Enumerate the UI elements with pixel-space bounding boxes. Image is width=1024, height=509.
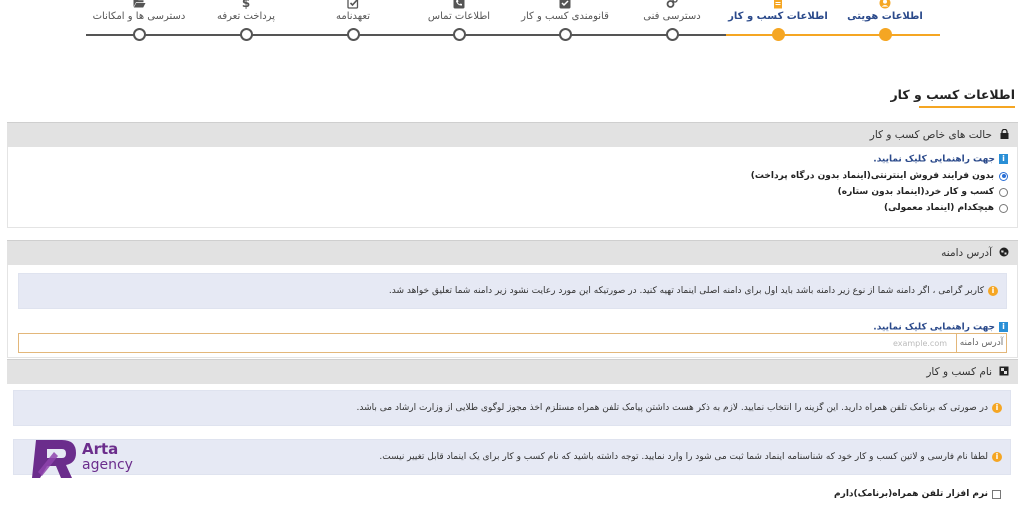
- domain-input[interactable]: [19, 334, 955, 352]
- globe-icon: [997, 241, 1011, 265]
- puzzle-icon: [997, 360, 1011, 384]
- info-icon: i: [999, 322, 1008, 332]
- step-dot: [559, 28, 572, 41]
- help-link-text: جهت راهنمایی کلیک نمایید.: [873, 322, 995, 333]
- help-link[interactable]: i جهت راهنمایی کلیک نمایید.: [873, 154, 1008, 165]
- checkbox-icon: [559, 0, 571, 9]
- checkbox-label: نرم افزار تلفن همراه(برنامک)دارم: [834, 489, 988, 499]
- info-icon: i: [999, 154, 1008, 164]
- step-dot: [666, 28, 679, 41]
- phone-icon: [453, 0, 465, 9]
- logo-word-arta: Arta: [82, 440, 119, 458]
- radio-no-online-sales[interactable]: بدون فرایند فروش اینترنتی(اینماد بدون در…: [751, 171, 1008, 181]
- info-warning-icon: i: [992, 452, 1002, 462]
- panel-title: حالت های خاص کسب و کار: [869, 129, 992, 141]
- step-label: دسترسی فنی: [643, 11, 701, 22]
- step-dot: [240, 28, 253, 41]
- step-dot: [453, 28, 466, 41]
- step-label: پرداخت تعرفه: [217, 11, 275, 22]
- step-label: اطلاعات تماس: [427, 11, 491, 22]
- notice-text: لطفا نام فارسی و لاتین کسب و کار خود که …: [379, 452, 988, 462]
- folder-open-icon: [133, 0, 146, 9]
- subdomain-notice: i کاربر گرامی ، اگر دامنه شما از نوع زیر…: [18, 273, 1007, 309]
- radio-micro-business[interactable]: کسب و کار خرد(اینماد بدون ستاره): [838, 187, 1008, 197]
- step-dot: [347, 28, 360, 41]
- notice-text: کاربر گرامی ، اگر دامنه شما از نوع زیر د…: [388, 286, 984, 296]
- arta-agency-logo: Arta agency: [32, 436, 142, 482]
- mobile-app-checkbox[interactable]: [992, 489, 1001, 499]
- step-label: اطلاعات هویتی: [847, 11, 923, 22]
- step-dot: [772, 28, 785, 41]
- document-icon: [772, 0, 784, 9]
- stepper-track-completed: [726, 34, 940, 36]
- business-name-panel-header[interactable]: نام کسب و کار: [7, 359, 1018, 384]
- radio-label: هیچکدام (اینماد معمولی): [884, 203, 994, 213]
- radio-button[interactable]: [999, 203, 1008, 213]
- step-label: دسترسی ها و امکانات: [92, 11, 186, 22]
- radio-button[interactable]: [999, 187, 1008, 197]
- page-title: اطلاعات کسب و کار: [890, 87, 1015, 102]
- radio-button-checked[interactable]: [999, 171, 1008, 181]
- mobile-app-checkbox-row[interactable]: نرم افزار تلفن همراه(برنامک)دارم: [834, 489, 1001, 499]
- step-label: اطلاعات کسب و کار: [728, 11, 828, 22]
- help-link[interactable]: i جهت راهنمایی کلیک نمایید.: [873, 322, 1008, 333]
- dollar-icon: $: [241, 0, 251, 10]
- domain-panel-header[interactable]: آدرس دامنه: [7, 240, 1018, 265]
- domain-input-addon: آدرس دامنه: [956, 334, 1006, 352]
- radio-label: کسب و کار خرد(اینماد بدون ستاره): [837, 187, 994, 197]
- stepper-track-pending: [86, 34, 726, 36]
- info-warning-icon: i: [992, 403, 1002, 413]
- special-states-panel-header[interactable]: حالت های خاص کسب و کار: [7, 122, 1018, 147]
- help-link-text: جهت راهنمایی کلیک نمایید.: [873, 154, 995, 165]
- step-label: قانومندی کسب و کار: [521, 11, 609, 22]
- radio-label: بدون فرایند فروش اینترنتی(اینماد بدون در…: [750, 171, 994, 181]
- panel-title: آدرس دامنه: [941, 247, 992, 259]
- step-dot: [879, 28, 892, 41]
- gears-icon: [666, 0, 678, 9]
- lock-icon: [997, 123, 1011, 147]
- mobile-app-notice: i در صورتی که برنامک تلفن همراه دارید. ا…: [13, 390, 1011, 426]
- logo-word-agency: agency: [82, 457, 133, 473]
- radio-none[interactable]: هیچکدام (اینماد معمولی): [884, 203, 1008, 213]
- title-underline: [919, 106, 1015, 108]
- panel-title: نام کسب و کار: [926, 366, 992, 378]
- step-label: تعهدنامه: [335, 11, 370, 22]
- check-square-icon: [347, 0, 359, 9]
- domain-input-group: آدرس دامنه: [18, 333, 1007, 353]
- business-name-notice: i لطفا نام فارسی و لاتین کسب و کار خود ک…: [13, 439, 1011, 475]
- progress-stepper: اطلاعات هویتی اطلاعات کسب و کار دسترسی ف…: [0, 0, 1024, 50]
- step-dot: [133, 28, 146, 41]
- user-icon: [879, 0, 891, 9]
- info-warning-icon: i: [988, 286, 998, 296]
- logo-mark: [32, 440, 76, 478]
- notice-text: در صورتی که برنامک تلفن همراه دارید. این…: [356, 403, 988, 413]
